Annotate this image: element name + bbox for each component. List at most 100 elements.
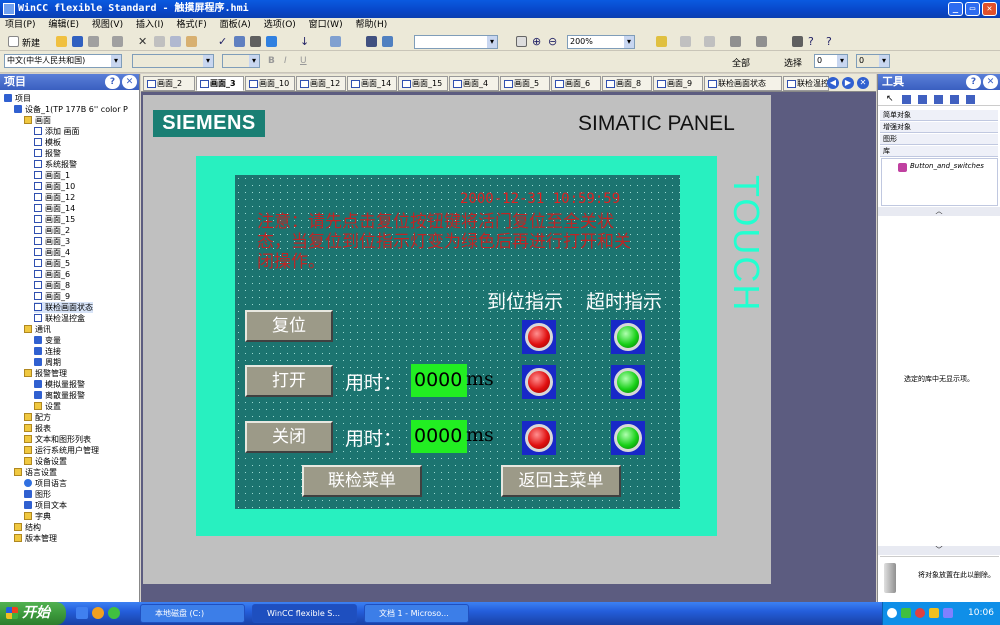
binoculars-icon[interactable]: [366, 36, 377, 47]
tool-icon-6[interactable]: [966, 95, 975, 104]
tab-7[interactable]: 画面_4: [449, 76, 499, 91]
close-in-position-lamp[interactable]: [522, 421, 556, 455]
quicklaunch-desktop-icon[interactable]: [76, 607, 88, 619]
tree-item[interactable]: 系统报警: [34, 159, 77, 170]
pane-close-icon[interactable]: ✕: [983, 75, 998, 89]
menu-format[interactable]: 格式(F): [172, 18, 212, 33]
tab-scroll-right-icon[interactable]: ▶: [842, 77, 854, 89]
paste-icon[interactable]: [186, 36, 197, 47]
tree-item[interactable]: 报警管理: [24, 368, 67, 379]
transfer-icon[interactable]: [250, 36, 261, 47]
delete-icon[interactable]: ✕: [138, 36, 149, 47]
tree-item[interactable]: 通讯: [24, 324, 51, 335]
category-enhanced-objects[interactable]: 增强对象: [880, 122, 998, 133]
tab-12[interactable]: 联检画面状态: [704, 76, 782, 91]
font-family-combo[interactable]: [132, 54, 214, 68]
tree-item[interactable]: 变量: [34, 335, 61, 346]
font-size-combo[interactable]: [222, 54, 260, 68]
tree-item[interactable]: 添加 画面: [34, 126, 80, 137]
tree-item[interactable]: 画面_9: [34, 291, 70, 302]
tree-item[interactable]: 画面_8: [34, 280, 70, 291]
menu-insert[interactable]: 插入(I): [131, 18, 169, 33]
value-combo-1[interactable]: 0: [814, 54, 848, 68]
tree-item[interactable]: 字典: [24, 511, 51, 522]
tree-item[interactable]: 画面_6: [34, 269, 70, 280]
open-timeout-lamp[interactable]: [611, 365, 645, 399]
menu-view[interactable]: 视图(V): [87, 18, 128, 33]
tree-item[interactable]: 项目: [4, 93, 31, 104]
save-icon[interactable]: [72, 36, 83, 47]
tab-9[interactable]: 画面_6: [551, 76, 601, 91]
tab-13[interactable]: 联检温控盒: [783, 76, 829, 91]
menu-help[interactable]: 帮助(H): [350, 18, 392, 33]
sort-icon[interactable]: ↓: [300, 36, 311, 47]
task-local-disk[interactable]: 本地磁盘 (C:): [140, 604, 245, 623]
tree-item[interactable]: 画面_14: [34, 203, 75, 214]
context-help-icon[interactable]: ?: [826, 36, 837, 47]
cut-icon[interactable]: [154, 36, 165, 47]
tree-item[interactable]: 模板: [34, 137, 61, 148]
tree-item[interactable]: 画面_2: [34, 225, 70, 236]
library-icon[interactable]: [792, 36, 803, 47]
tool-icon-5[interactable]: [950, 95, 959, 104]
maximize-button[interactable]: ▭: [965, 2, 980, 16]
font-combo[interactable]: [414, 35, 498, 49]
tree-item[interactable]: 语言设置: [14, 467, 57, 478]
tree-item[interactable]: 画面_12: [34, 192, 75, 203]
tool-icon-4[interactable]: [934, 95, 943, 104]
help-icon[interactable]: ?: [966, 75, 981, 89]
tab-close-icon[interactable]: ✕: [857, 77, 869, 89]
zoom-out-icon[interactable]: ⊖: [548, 36, 559, 47]
task-wincc[interactable]: WinCC flexible S...: [252, 604, 357, 623]
tree-item[interactable]: 报警: [34, 148, 61, 159]
notice-text[interactable]: 注意：请先点击复位按钮键将活门复位至全关状态，当复位到位指示灯变为绿色后再进行打…: [257, 212, 647, 272]
redo-icon[interactable]: [112, 36, 123, 47]
runtime-icon[interactable]: [266, 36, 277, 47]
tree-item[interactable]: 画面_1: [34, 170, 70, 181]
tree-item[interactable]: 运行系统用户管理: [24, 445, 99, 456]
category-graphics[interactable]: 图形: [880, 134, 998, 145]
help-icon[interactable]: ?: [808, 36, 819, 47]
clock[interactable]: 10:06: [968, 602, 994, 625]
joint-menu-button[interactable]: 联检菜单: [302, 465, 422, 497]
fill-color-icon[interactable]: [656, 36, 667, 47]
language-combo[interactable]: 中文(中华人民共和国): [4, 54, 122, 68]
zoom-area-icon[interactable]: [516, 36, 527, 47]
splitter-down[interactable]: ﹀: [878, 546, 1000, 555]
tab-4[interactable]: 画面_12: [296, 76, 346, 91]
delete-drop-zone[interactable]: 将对象放置在此以删除。: [880, 556, 999, 600]
open-in-position-lamp[interactable]: [522, 365, 556, 399]
tree-item[interactable]: 报表: [24, 423, 51, 434]
bold-button[interactable]: B: [268, 56, 275, 66]
tree-item[interactable]: 模拟量报警: [34, 379, 85, 390]
category-simple-objects[interactable]: 简单对象: [880, 110, 998, 121]
new-label[interactable]: 新建: [22, 36, 40, 49]
tree-item[interactable]: 联检温控盒: [34, 313, 85, 324]
tab-5[interactable]: 画面_14: [347, 76, 397, 91]
replace-icon[interactable]: [382, 36, 393, 47]
line-width-icon[interactable]: [756, 36, 767, 47]
menu-project[interactable]: 项目(P): [0, 18, 40, 33]
minimize-button[interactable]: _: [948, 2, 963, 16]
tree-item[interactable]: 项目语言: [24, 478, 67, 489]
tab-scroll-left-icon[interactable]: ◀: [827, 77, 839, 89]
tray-icon-1[interactable]: [887, 608, 897, 618]
tab-1[interactable]: 画面_2: [143, 76, 195, 91]
tree-item[interactable]: 画面_3: [34, 236, 70, 247]
tree-item[interactable]: 文本和图形列表: [24, 434, 91, 445]
tab-8[interactable]: 画面_5: [500, 76, 550, 91]
tree-item[interactable]: 配方: [24, 412, 51, 423]
tab-2[interactable]: 画面_3: [196, 76, 244, 91]
tree-item[interactable]: 画面: [24, 115, 51, 126]
tray-icon-4[interactable]: [929, 608, 939, 618]
compile-icon[interactable]: [234, 36, 245, 47]
date-time-field[interactable]: 2000-12-31 10:59:59: [460, 191, 620, 207]
menu-window[interactable]: 窗口(W): [304, 18, 348, 33]
tree-item[interactable]: 项目文本: [24, 500, 67, 511]
pane-close-icon[interactable]: ✕: [122, 75, 137, 89]
object-list-icon[interactable]: [330, 36, 341, 47]
line-color-icon[interactable]: [680, 36, 691, 47]
library-item[interactable]: Button_and_switches: [910, 162, 984, 170]
tree-item[interactable]: 画面_10: [34, 181, 75, 192]
quicklaunch-browser-icon[interactable]: [92, 607, 104, 619]
